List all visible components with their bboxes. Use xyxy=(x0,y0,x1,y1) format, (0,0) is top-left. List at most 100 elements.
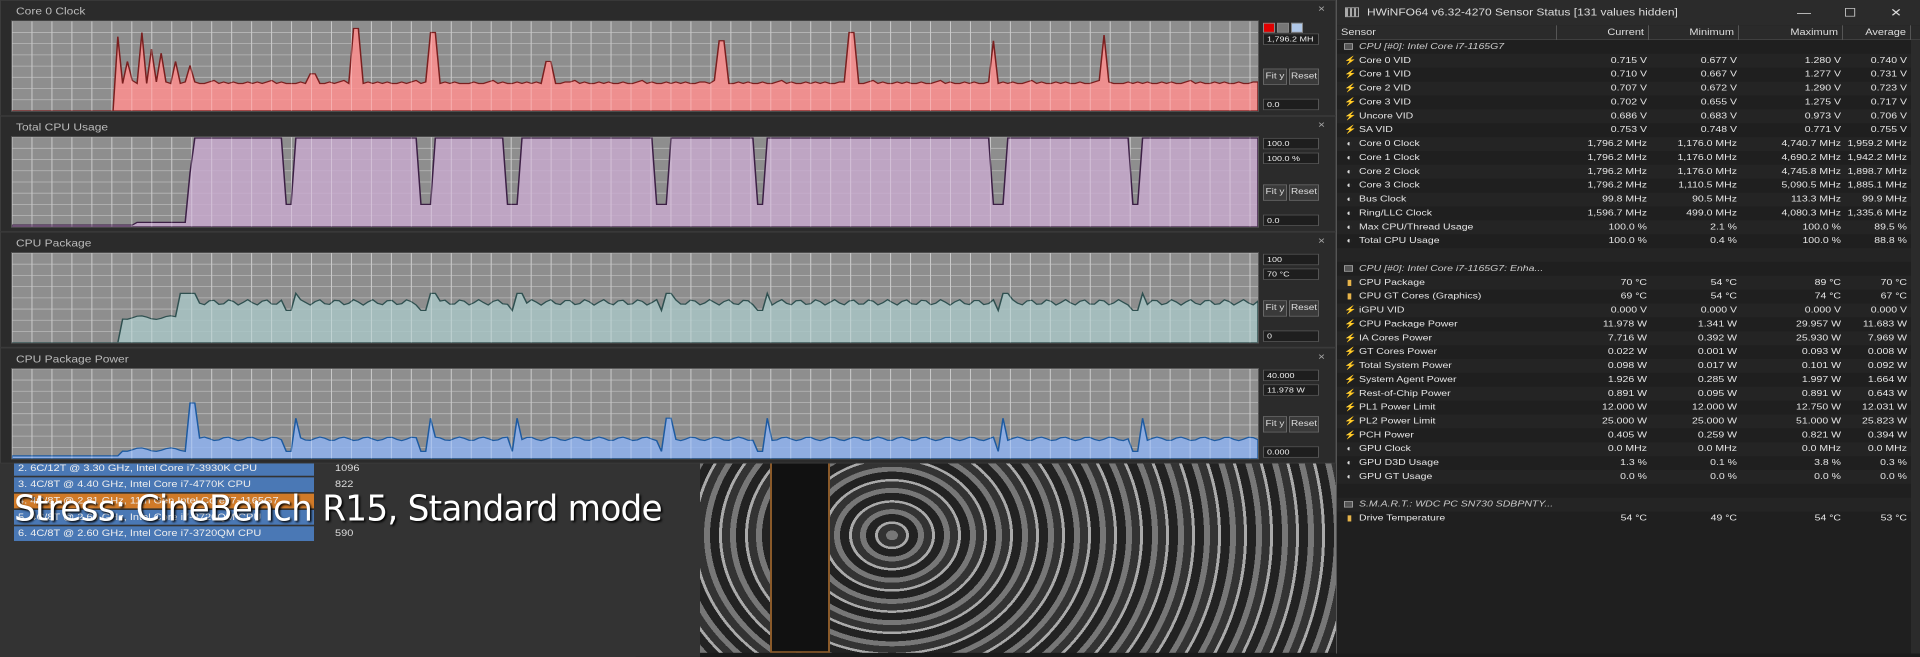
sensor-name: GT Cores Power xyxy=(1359,346,1437,357)
sensor-current-value: 70 °C xyxy=(1620,277,1647,288)
graph-controls: 40.000 11.978 W Fit y Reset 0.000 xyxy=(1263,368,1323,459)
sensor-row[interactable]: ⚡ iGPU VID 0.000 V 0.000 V 0.000 V 0.000 V xyxy=(1337,303,1911,318)
thermometer-icon: ▮ xyxy=(1346,278,1353,288)
sensor-row[interactable]: ◐ Ring/LLC Clock 1,596.7 MHz 499.0 MHz 4,080… xyxy=(1337,206,1911,220)
column-maximum[interactable]: Maximum xyxy=(1739,25,1843,40)
column-minimum[interactable]: Minimum xyxy=(1649,25,1739,40)
chip-icon xyxy=(1344,501,1353,508)
graph-min-value: 0.000 xyxy=(1263,446,1319,458)
sensor-name: CPU Package xyxy=(1359,277,1425,288)
graph-max-value[interactable]: 100 xyxy=(1263,253,1319,266)
graph-current-value: 11.978 W xyxy=(1263,384,1319,396)
sensor-current-value: 0.715 V xyxy=(1610,55,1647,66)
sensor-list[interactable]: CPU [#0]: Intel Core i7-1165G7 ⚡ Core 0 VI… xyxy=(1337,40,1911,526)
sensor-row[interactable]: ◐ Max CPU/Thread Usage 100.0 % 2.1 % 100.0 %… xyxy=(1337,220,1911,235)
fit-y-button[interactable]: Fit y xyxy=(1263,300,1287,317)
sensor-current-value: 11.978 W xyxy=(1602,319,1647,329)
sensor-row[interactable]: ⚡ System Agent Power 1.926 W 0.285 W 1.997 W… xyxy=(1337,373,1911,387)
fit-y-button[interactable]: Fit y xyxy=(1263,416,1287,433)
sensor-row[interactable]: ⚡ Core 2 VID 0.707 V 0.672 V 1.290 V 0.723 V xyxy=(1337,81,1911,96)
fit-y-button[interactable]: Fit y xyxy=(1263,68,1287,85)
sensor-row[interactable]: ▮ CPU GT Cores (Graphics) 69 °C 54 °C 74 °C 6… xyxy=(1337,290,1911,304)
close-graph-icon[interactable]: × xyxy=(1318,235,1325,246)
graph-options-swatch[interactable] xyxy=(1277,22,1289,33)
sensor-row[interactable]: ⚡ PCH Power 0.405 W 0.259 W 0.821 W 0.394 W xyxy=(1337,428,1911,442)
graph-max-value[interactable]: 40.000 xyxy=(1263,369,1319,382)
reset-button[interactable]: Reset xyxy=(1289,68,1319,85)
reset-button[interactable]: Reset xyxy=(1289,416,1319,433)
sensor-group-header[interactable]: S.M.A.R.T.: WDC PC SN730 SDBPNTY... xyxy=(1337,497,1911,512)
fit-y-button[interactable]: Fit y xyxy=(1263,184,1287,201)
graph-max-value[interactable]: 100.0 xyxy=(1263,137,1319,150)
hwinfo-sensor-window[interactable]: HWiNFO64 v6.32-4270 Sensor Status [131 v… xyxy=(1336,0,1920,654)
desktop-wallpaper-frame xyxy=(770,456,830,653)
sensor-name: Core 2 VID xyxy=(1359,83,1411,94)
sensor-row[interactable]: ⚡ PL2 Power Limit 25.000 W 25.000 W 51.000 W… xyxy=(1337,414,1911,429)
sensor-row[interactable]: ◐ Core 2 Clock 1,796.2 MHz 1,176.0 MHz 4,745… xyxy=(1337,164,1911,179)
sensor-maximum-value: 51.000 W xyxy=(1796,416,1841,426)
graph-window-0[interactable]: Core 0 Clock × 1,796.2 MH Fit y Reset 0.… xyxy=(0,0,1336,116)
sensor-current-value: 0.702 V xyxy=(1610,97,1647,107)
sensor-minimum-value: 0.677 V xyxy=(1700,55,1737,66)
sensor-row[interactable]: ⚡ Core 3 VID 0.702 V 0.655 V 1.275 V 0.717 V xyxy=(1337,95,1911,109)
clock-icon: ◐ xyxy=(1346,472,1353,482)
graph-background-swatch[interactable] xyxy=(1291,22,1303,33)
sensor-row[interactable]: ◐ Core 0 Clock 1,796.2 MHz 1,176.0 MHz 4,740… xyxy=(1337,137,1911,151)
sensor-row[interactable]: ◐ Bus Clock 99.8 MHz 90.5 MHz 113.3 MHz 99.9 … xyxy=(1337,192,1911,207)
sensor-row[interactable]: ◐ Total CPU Usage 100.0 % 0.4 % 100.0 % 88.8 … xyxy=(1337,234,1911,248)
sensor-table-header: Sensor Current Minimum Maximum Average xyxy=(1337,25,1920,40)
sensor-row[interactable]: ⚡ Total System Power 0.098 W 0.017 W 0.101 W… xyxy=(1337,359,1911,373)
sensor-name: Core 3 Clock xyxy=(1359,180,1420,191)
sensor-row[interactable]: ◐ Core 1 Clock 1,796.2 MHz 1,176.0 MHz 4,690… xyxy=(1337,151,1911,165)
close-graph-icon[interactable]: × xyxy=(1318,351,1325,362)
sensor-row[interactable]: ⚡ SA VID 0.753 V 0.748 V 0.771 V 0.755 V xyxy=(1337,123,1911,137)
close-graph-icon[interactable]: × xyxy=(1318,119,1325,130)
sensor-current-value: 0.753 V xyxy=(1610,124,1647,135)
sensor-row[interactable]: ⚡ Core 1 VID 0.710 V 0.667 V 1.277 V 0.731 V xyxy=(1337,68,1911,82)
graph-svg xyxy=(12,137,1258,227)
graph-title: Core 0 Clock xyxy=(16,5,86,18)
sensor-row[interactable]: ⚡ Uncore VID 0.686 V 0.683 V 0.973 V 0.706 V xyxy=(1337,109,1911,124)
reset-button[interactable]: Reset xyxy=(1289,300,1319,317)
sensor-maximum-value: 0.101 W xyxy=(1801,360,1841,371)
sensor-group-header[interactable]: CPU [#0]: Intel Core i7-1165G7 xyxy=(1337,40,1911,54)
maximize-button[interactable]: ☐ xyxy=(1827,0,1873,25)
column-average[interactable]: Average xyxy=(1843,25,1911,40)
sensor-minimum-value: 2.1 % xyxy=(1710,221,1737,232)
sensor-row[interactable]: ◐ GPU Clock 0.0 MHz 0.0 MHz 0.0 MHz 0.0 MHz xyxy=(1337,442,1911,457)
sensor-row[interactable]: ⚡ PL1 Power Limit 12.000 W 12.000 W 12.750 W… xyxy=(1337,401,1911,415)
graph-max-value[interactable]: 1,796.2 MH xyxy=(1263,33,1319,45)
sensor-current-value: 0.405 W xyxy=(1607,430,1647,440)
sensor-row[interactable]: ◐ GPU GT Usage 0.0 % 0.0 % 0.0 % 0.0 % xyxy=(1337,470,1911,484)
sensor-name: GPU GT Usage xyxy=(1359,471,1433,482)
sensor-group-header[interactable]: CPU [#0]: Intel Core i7-1165G7: Enha... xyxy=(1337,262,1911,276)
close-button[interactable]: ✕ xyxy=(1873,0,1919,25)
sensor-row[interactable]: ⚡ CPU Package Power 11.978 W 1.341 W 29.957 … xyxy=(1337,317,1911,331)
voltage-icon: ⚡ xyxy=(1344,319,1357,329)
sensor-row[interactable]: ▮ CPU Package 70 °C 54 °C 89 °C 70 °C xyxy=(1337,275,1911,290)
graph-window-1[interactable]: Total CPU Usage × 100.0 100.0 % Fit y Re… xyxy=(0,115,1336,232)
hwinfo-title-bar[interactable]: HWiNFO64 v6.32-4270 Sensor Status [131 v… xyxy=(1337,0,1920,26)
graph-window-3[interactable]: CPU Package Power × 40.000 11.978 W Fit … xyxy=(0,347,1336,464)
graph-color-swatch[interactable] xyxy=(1263,22,1275,33)
graph-window-2[interactable]: CPU Package × 100 70 °C Fit y Reset 0 xyxy=(0,231,1336,348)
column-current[interactable]: Current xyxy=(1557,25,1649,40)
sensor-maximum-value: 1.277 V xyxy=(1804,69,1841,80)
column-sensor[interactable]: Sensor xyxy=(1337,25,1557,40)
sensor-minimum-value: 90.5 MHz xyxy=(1692,194,1737,204)
sensor-row[interactable]: ⚡ IA Cores Power 7.716 W 0.392 W 25.930 W 7.9… xyxy=(1337,331,1911,346)
sensor-row[interactable]: ⚡ Core 0 VID 0.715 V 0.677 V 1.280 V 0.740 V xyxy=(1337,53,1911,68)
sensor-current-value: 0.0 % xyxy=(1620,471,1647,482)
sensor-row[interactable]: ◐ Core 3 Clock 1,796.2 MHz 1,110.5 MHz 5,090… xyxy=(1337,179,1911,193)
reset-button[interactable]: Reset xyxy=(1289,184,1319,201)
sensor-row[interactable]: ⚡ Rest-of-Chip Power 0.891 W 0.095 W 0.891 W… xyxy=(1337,386,1911,401)
sensor-row[interactable]: ⚡ GT Cores Power 0.022 W 0.001 W 0.093 W 0.00… xyxy=(1337,345,1911,359)
sensor-row[interactable]: ◐ GPU D3D Usage 1.3 % 0.1 % 3.8 % 0.3 % xyxy=(1337,456,1911,470)
sensor-name: PL1 Power Limit xyxy=(1359,402,1436,413)
sensor-row[interactable]: ▮ Drive Temperature 54 °C 49 °C 54 °C 53 °C xyxy=(1337,512,1911,526)
close-graph-icon[interactable]: × xyxy=(1318,3,1325,14)
vertical-scrollbar[interactable] xyxy=(1911,39,1920,654)
minimize-button[interactable]: — xyxy=(1781,0,1827,25)
sensor-current-value: 0.000 V xyxy=(1610,305,1647,315)
voltage-icon: ⚡ xyxy=(1344,430,1357,440)
